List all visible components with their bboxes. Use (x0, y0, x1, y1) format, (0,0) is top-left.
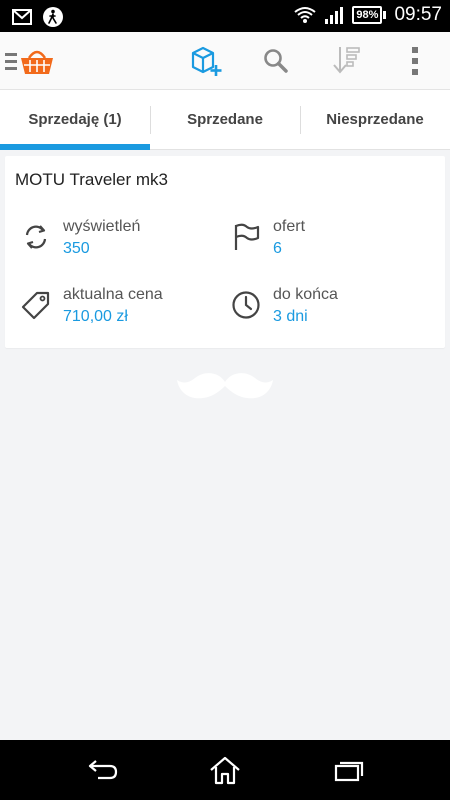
menu-icon (5, 53, 17, 70)
time-left-stat: do końca 3 dni (229, 286, 338, 328)
search-button[interactable] (248, 32, 304, 90)
sort-icon (333, 47, 360, 74)
tab-selling[interactable]: Sprzedaję (1) (0, 90, 150, 150)
recent-apps-icon (334, 761, 364, 782)
new-listing-button[interactable] (178, 32, 234, 90)
time-left-value: 3 dni (273, 308, 308, 325)
offers-label: ofert (273, 218, 306, 235)
views-value: 350 (63, 240, 90, 257)
clock-icon (229, 288, 263, 322)
flag-icon (229, 220, 263, 254)
wifi-icon (294, 7, 317, 23)
status-bar: 98% 09:57 (0, 0, 450, 32)
system-nav-bar (0, 740, 450, 800)
tab-unsold[interactable]: Niesprzedane (300, 90, 450, 149)
sort-button[interactable] (318, 32, 374, 90)
basket-logo-icon (21, 50, 53, 74)
status-time: 09:57 (394, 4, 442, 25)
views-label: wyświetleń (63, 218, 141, 235)
overflow-menu-button[interactable] (392, 32, 438, 90)
listing-card[interactable]: MOTU Traveler mk3 wyświetleń 350 ofert 6 (5, 156, 445, 348)
tab-bar: Sprzedaję (1) Sprzedane Niesprzedane (0, 90, 450, 150)
battery-level: 98% (352, 6, 383, 24)
signal-icon (325, 7, 344, 24)
time-left-label: do końca (273, 286, 338, 303)
listing-title: MOTU Traveler mk3 (15, 170, 169, 189)
price-value: 710,00 zł (63, 308, 128, 325)
price-label: aktualna cena (63, 286, 163, 303)
offers-value: 6 (273, 240, 282, 257)
views-stat: wyświetleń 350 (19, 218, 140, 260)
action-bar (0, 32, 450, 90)
price-tag-icon (19, 288, 53, 322)
home-icon (210, 756, 240, 785)
offers-stat: ofert 6 (229, 218, 305, 260)
recent-apps-button[interactable] (324, 750, 374, 790)
search-icon (264, 49, 288, 73)
app-home-button[interactable] (0, 32, 60, 90)
mustache-icon (177, 373, 273, 399)
new-listing-icon (191, 46, 222, 76)
gmail-icon (12, 9, 32, 25)
back-icon (88, 760, 118, 780)
battery-icon: 98% (352, 6, 387, 24)
overflow-menu-icon (412, 47, 418, 75)
back-button[interactable] (77, 750, 127, 790)
home-button[interactable] (200, 750, 250, 790)
accessibility-icon (43, 7, 63, 27)
tab-sold[interactable]: Sprzedane (150, 90, 300, 149)
price-stat: aktualna cena 710,00 zł (19, 286, 163, 328)
refresh-icon (19, 220, 53, 254)
